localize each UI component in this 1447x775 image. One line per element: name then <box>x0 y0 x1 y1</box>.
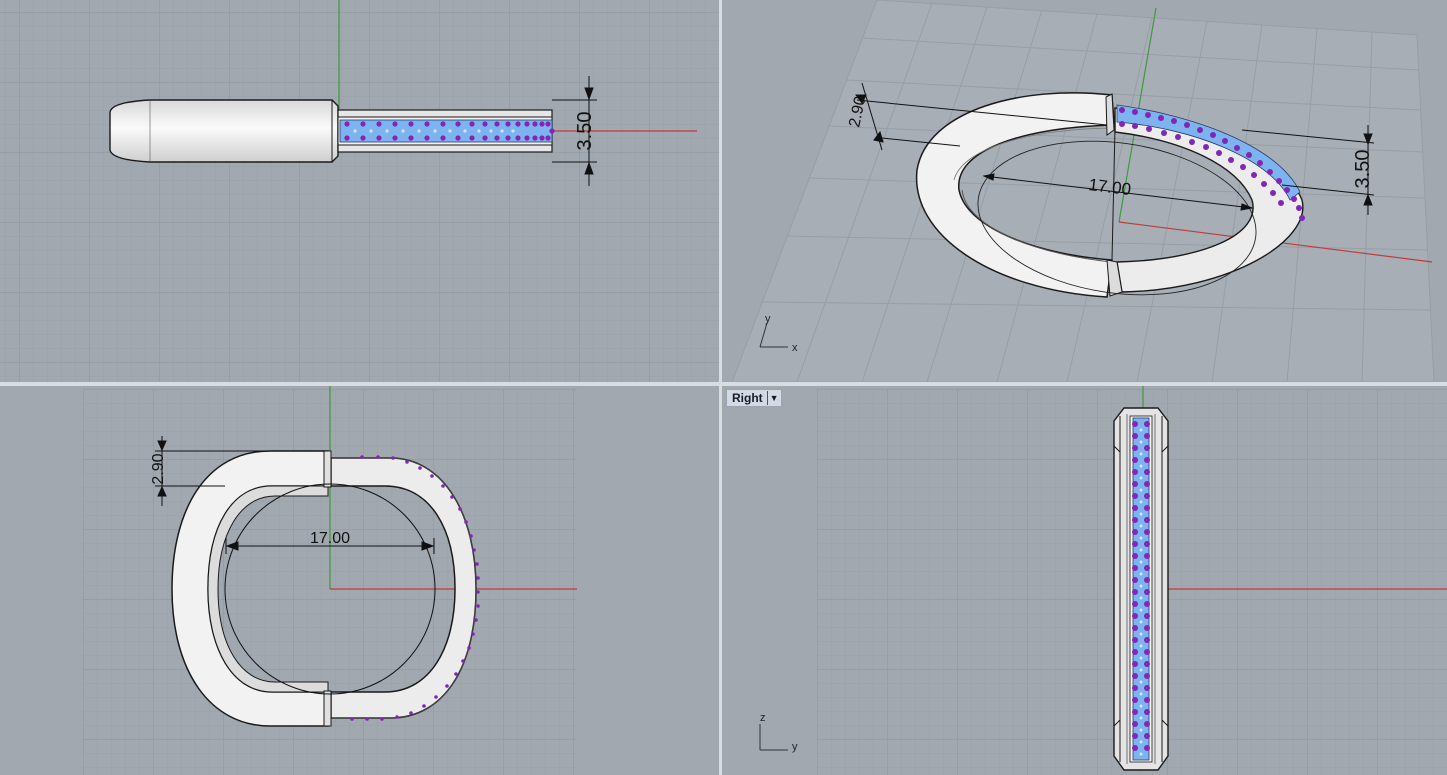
rhino-workspace: 3.50 17.00 2.90 3.50 x y 17.00 2.90 Righ… <box>0 0 1447 775</box>
viewport-front[interactable]: 17.00 2.90 <box>0 386 719 775</box>
viewport-splitter-horizontal[interactable] <box>0 382 1447 386</box>
axis-label-x: x <box>792 342 798 354</box>
viewport-splitter-vertical[interactable] <box>719 0 722 775</box>
dimension-label-diameter: 17.00 <box>310 530 350 547</box>
dimension-label-height: 3.50 <box>574 112 596 151</box>
perspective-grid <box>731 0 1435 382</box>
viewport-top[interactable]: 3.50 <box>0 0 719 382</box>
axis-triad <box>759 724 788 751</box>
dimension-label-width: 2.90 <box>150 453 167 484</box>
dimension-label-height: 3.50 <box>1352 150 1374 189</box>
viewport-perspective[interactable]: 17.00 2.90 3.50 x y <box>722 0 1447 382</box>
ring-side-profile[interactable] <box>1113 407 1169 771</box>
front-view-canvas[interactable]: 17.00 2.90 <box>0 386 719 775</box>
ring-shank[interactable] <box>109 99 339 163</box>
axis-label-y: y <box>765 313 771 325</box>
viewport-title: Right <box>732 391 763 405</box>
top-view-canvas[interactable]: 3.50 <box>0 0 719 382</box>
perspective-view-canvas[interactable]: 17.00 2.90 3.50 x y <box>722 0 1447 382</box>
right-view-canvas[interactable]: y z <box>722 386 1447 775</box>
chevron-down-icon[interactable]: ▼ <box>766 391 779 405</box>
viewport-right[interactable]: Right ▼ y z <box>722 386 1447 775</box>
axis-label-z: z <box>760 712 766 724</box>
axis-label-y: y <box>792 741 798 753</box>
viewport-title-tab[interactable]: Right ▼ <box>726 389 782 407</box>
